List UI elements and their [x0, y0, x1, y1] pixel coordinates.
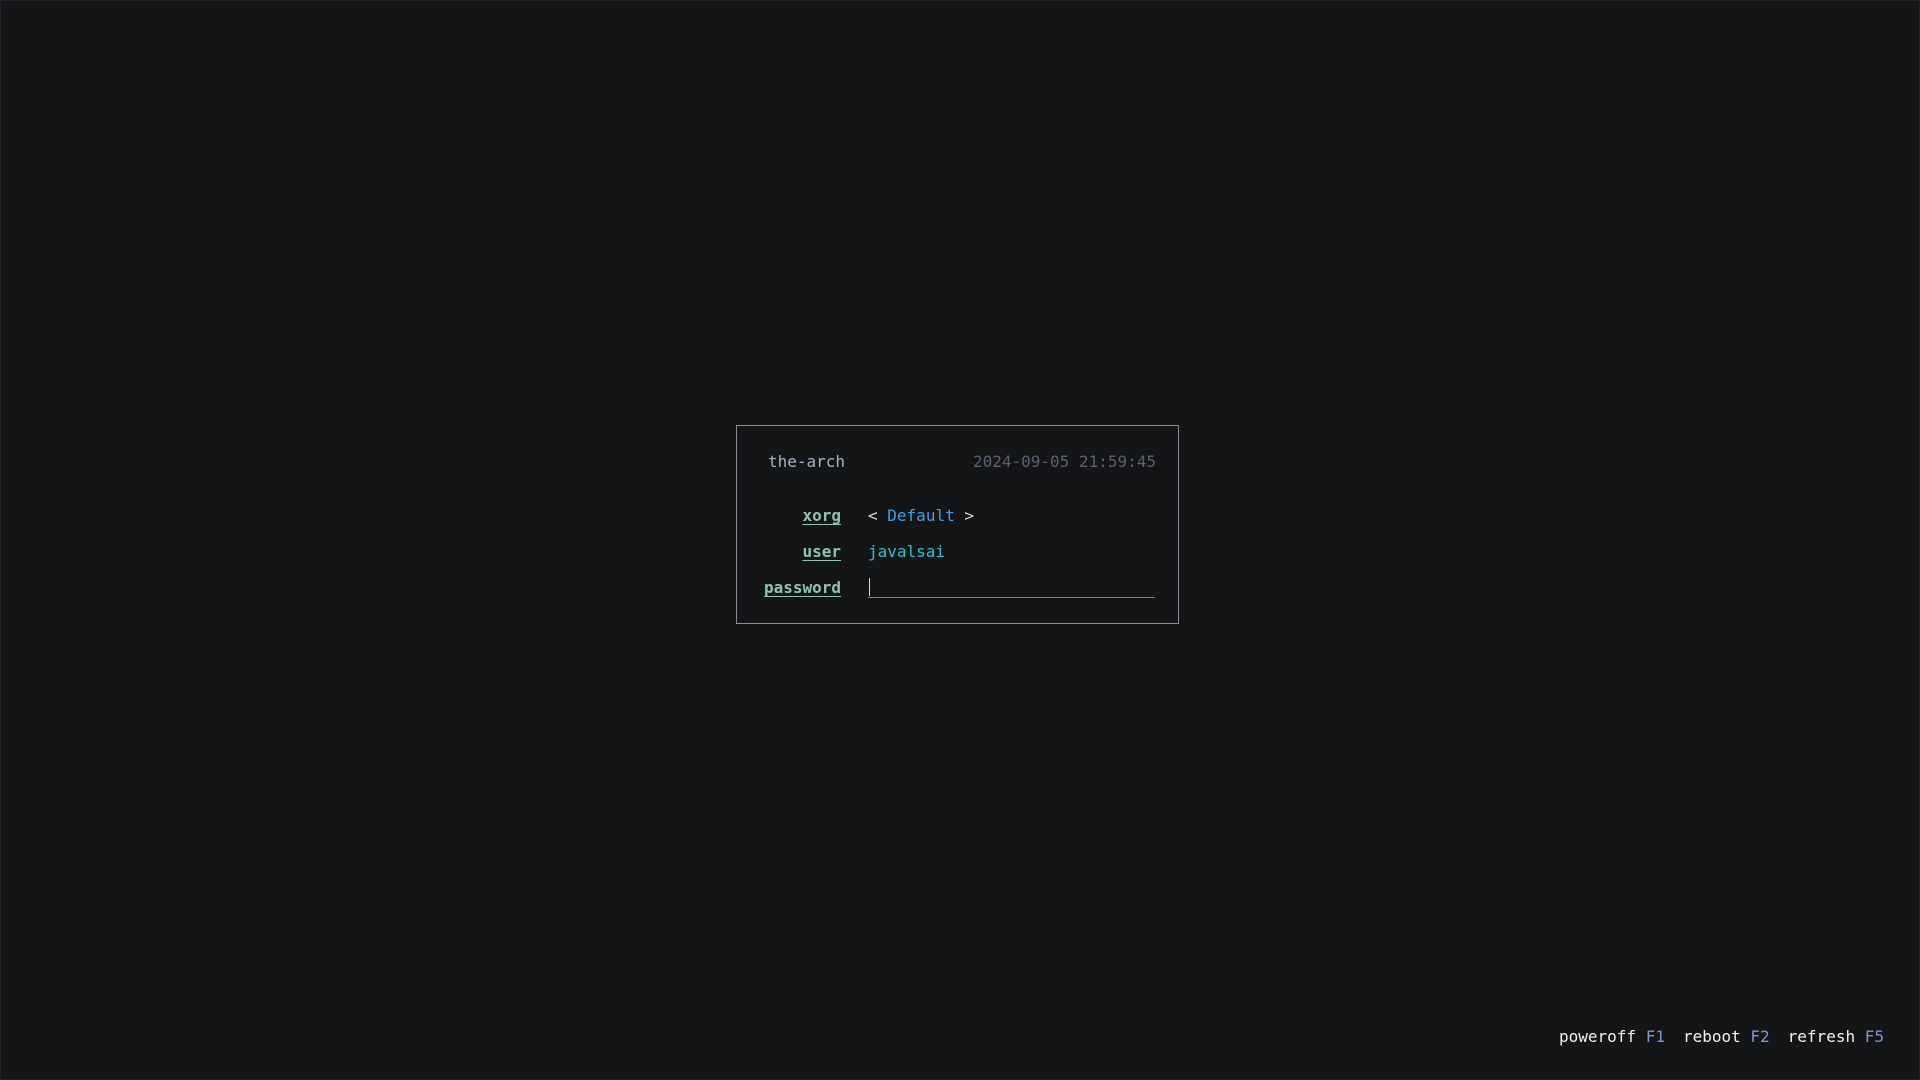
clock: 2024-09-05 21:59:45 — [972, 452, 1156, 471]
poweroff-label: poweroff — [1558, 1027, 1637, 1046]
session-prev-arrow[interactable]: < — [868, 506, 878, 525]
poweroff-key: F1 — [1645, 1027, 1665, 1046]
session-label: xorg — [802, 506, 841, 525]
reboot-action[interactable]: reboot F2 — [1683, 1027, 1770, 1046]
session-next-arrow[interactable]: > — [964, 506, 974, 525]
poweroff-action[interactable]: poweroff F1 — [1559, 1027, 1665, 1046]
refresh-action[interactable]: refresh F5 — [1788, 1027, 1884, 1046]
refresh-key: F5 — [1864, 1027, 1884, 1046]
power-actions: poweroff F1 reboot F2 refresh F5 — [1559, 1027, 1884, 1046]
reboot-key: F2 — [1750, 1027, 1770, 1046]
refresh-label: refresh — [1787, 1027, 1856, 1046]
hostname: the-arch — [768, 452, 846, 471]
reboot-label: reboot — [1682, 1027, 1741, 1046]
login-box: the-arch 2024-09-05 21:59:45 xorg < Defa… — [736, 425, 1179, 624]
user-field[interactable]: javalsai — [868, 542, 945, 561]
password-field[interactable] — [868, 577, 1155, 598]
password-label: password — [763, 578, 841, 597]
session-selector[interactable]: < Default > — [868, 506, 974, 525]
user-label: user — [802, 542, 841, 561]
text-cursor — [869, 578, 870, 596]
session-name: Default — [887, 506, 955, 525]
